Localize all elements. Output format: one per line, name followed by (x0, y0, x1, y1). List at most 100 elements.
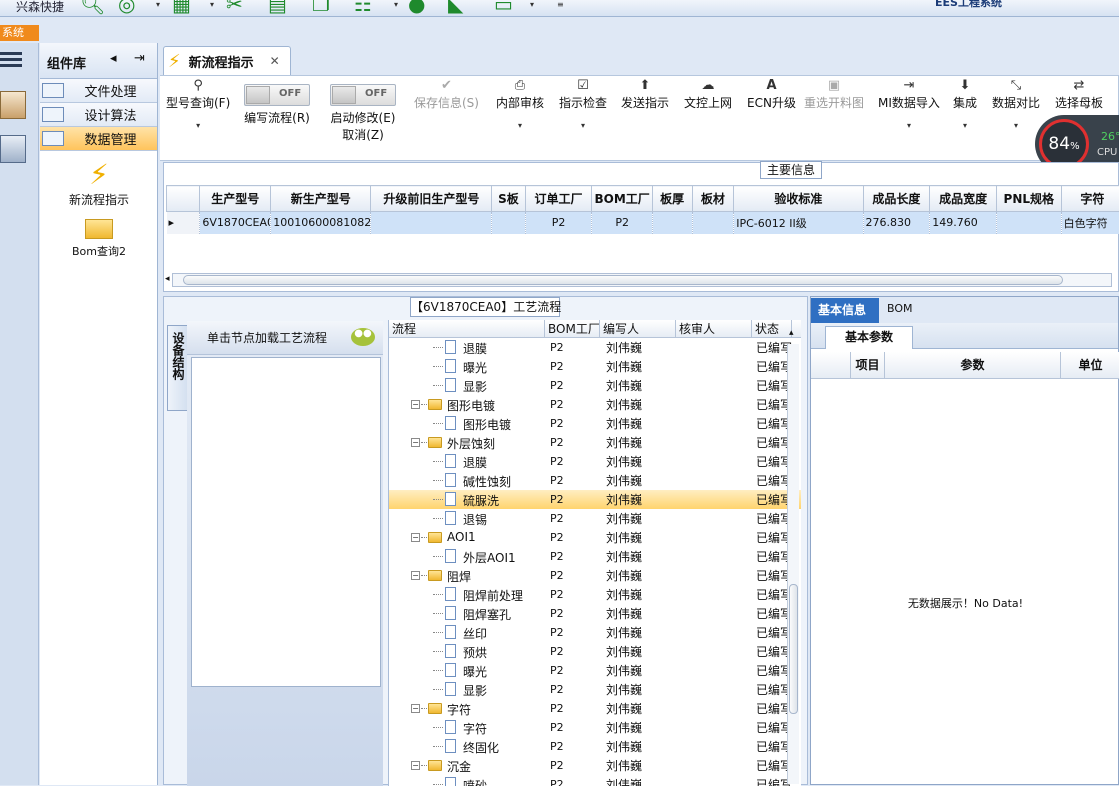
tree-row[interactable]: 退膜P2刘伟巍已编写 (389, 338, 801, 357)
chevron-down-icon[interactable]: ▾ (210, 0, 214, 9)
tree-node[interactable]: 预烘 (389, 642, 545, 661)
collapse-toggle-icon[interactable]: − (411, 571, 420, 580)
tree-node[interactable]: −字符 (389, 699, 545, 718)
tree-node[interactable]: 喷砂 (389, 775, 545, 786)
scroll-up-icon[interactable]: ▴ (789, 328, 794, 338)
column-header[interactable]: 编写人 (600, 320, 676, 337)
tree-row[interactable]: 曝光P2刘伟巍已编写 (389, 357, 801, 376)
tree-row[interactable]: 显影P2刘伟巍已编写 (389, 680, 801, 699)
tab-new-process[interactable]: ⚡︎ 新流程指示 ✕ (163, 46, 291, 75)
tree-row[interactable]: 图形电镀P2刘伟巍已编写 (389, 414, 801, 433)
table-cell[interactable]: P2 (525, 212, 592, 234)
ecn-upgrade-button[interactable]: A ECN升级 (747, 78, 796, 111)
tree-row[interactable]: 喷砂P2刘伟巍已编写 (389, 775, 801, 786)
tree-node[interactable]: 外层AOI1 (389, 547, 545, 566)
table-cell[interactable]: P2 (592, 212, 652, 234)
chevron-down-icon[interactable]: ▾ (496, 121, 544, 130)
column-header[interactable]: 流程 (389, 320, 545, 337)
menu-icon[interactable] (0, 49, 22, 69)
table-cell[interactable]: 276.830 (863, 212, 930, 234)
tree-row[interactable]: 退膜P2刘伟巍已编写 (389, 452, 801, 471)
grid-icon[interactable]: ☷ (354, 0, 372, 14)
collapse-toggle-icon[interactable]: − (411, 533, 420, 542)
column-header[interactable]: 生产型号 (200, 186, 271, 212)
equipment-structure-tab[interactable]: 设备结构 (167, 325, 187, 411)
tree-node[interactable]: 曝光 (389, 357, 545, 376)
write-process-toggle[interactable]: OFF 编写流程(R) (244, 78, 310, 126)
module-icon[interactable] (0, 91, 26, 119)
table-cell[interactable]: IPC-6012 II级 (734, 212, 863, 234)
start-modify-toggle[interactable]: OFF 启动修改(E) 取消(Z) (330, 78, 396, 143)
column-header[interactable]: 订单工厂 (525, 186, 592, 212)
doc-control-publish-button[interactable]: ☁ 文控上网 (684, 78, 732, 111)
send-instruction-button[interactable]: ⬆ 发送指示 (621, 78, 669, 111)
tree-node[interactable]: 碱性蚀刻 (389, 471, 545, 490)
tree-row[interactable]: 阻焊前处理P2刘伟巍已编写 (389, 585, 801, 604)
tree-node[interactable]: 阻焊塞孔 (389, 604, 545, 623)
select-motherboard-button[interactable]: ⇄ 选择母板 (1055, 78, 1103, 111)
customize-icon[interactable]: ≡ (557, 0, 564, 9)
mi-data-import-button[interactable]: ⇥ MI数据导入 ▾ (878, 78, 940, 130)
table-cell[interactable] (371, 212, 492, 234)
column-header[interactable]: S板 (492, 186, 525, 212)
column-header[interactable]: 成品宽度 (930, 186, 997, 212)
tree-row[interactable]: −沉金P2刘伟巍已编写 (389, 756, 801, 775)
tab-basic-params[interactable]: 基本参数 (825, 326, 913, 349)
tree-node[interactable]: −AOI1 (389, 528, 545, 547)
tree-row[interactable]: 外层AOI1P2刘伟巍已编写 (389, 547, 801, 566)
tree-row[interactable]: −阻焊P2刘伟巍已编写 (389, 566, 801, 585)
column-header[interactable]: 项目 (851, 352, 885, 378)
tree-node[interactable]: −外层蚀刻 (389, 433, 545, 452)
component-item-design-algorithm[interactable]: 设计算法 (40, 103, 157, 127)
vertical-scrollbar[interactable]: ▴ (787, 344, 799, 784)
tree-node[interactable]: 终固化 (389, 737, 545, 756)
tree-row[interactable]: 碱性蚀刻P2刘伟巍已编写 (389, 471, 801, 490)
tree-node[interactable]: 字符 (389, 718, 545, 737)
tab-bom[interactable]: BOM (887, 302, 913, 315)
chevron-down-icon[interactable]: ▾ (530, 0, 534, 9)
reselect-cutting-chart-button[interactable]: ▣ 重选开料图 (804, 78, 864, 111)
table-row[interactable]: ▸6V1870CEA010010600081082P2P2IPC-6012 II… (167, 212, 1119, 234)
column-header[interactable]: 核审人 (676, 320, 752, 337)
collapse-toggle-icon[interactable]: − (411, 438, 420, 447)
tree-row[interactable]: 硫脲洗P2刘伟巍已编写 (389, 490, 801, 509)
table-cell[interactable]: 白色字符 (1061, 212, 1119, 234)
user-icon[interactable]: ● (408, 0, 425, 14)
close-icon[interactable]: ✕ (270, 54, 280, 68)
toggle-switch[interactable]: OFF (244, 84, 310, 106)
chevron-down-icon[interactable]: ▾ (156, 0, 160, 9)
table-icon[interactable]: ▦ (172, 0, 191, 14)
scissors-icon[interactable]: ✂ (226, 0, 243, 14)
column-header[interactable]: BOM工厂 (592, 186, 652, 212)
table-cell[interactable] (492, 212, 525, 234)
tree-node[interactable]: 显影 (389, 680, 545, 699)
collapse-left-icon[interactable]: ◂ (110, 51, 117, 66)
monitor-icon[interactable]: ▭ (494, 0, 513, 14)
copy-icon[interactable]: ❐ (312, 0, 330, 14)
column-header[interactable]: PNL规格 (996, 186, 1061, 212)
tree-node[interactable]: 硫脲洗 (389, 490, 545, 509)
table-cell[interactable]: 149.760 (930, 212, 997, 234)
internal-review-button[interactable]: ⎙ 内部审核 ▾ (496, 78, 544, 130)
tile-bom-query[interactable]: Bom查询2 (40, 217, 158, 259)
tree-node[interactable]: 退膜 (389, 338, 545, 357)
tree-row[interactable]: 丝印P2刘伟巍已编写 (389, 623, 801, 642)
tab-basic-info[interactable]: 基本信息 (811, 298, 879, 323)
chevron-down-icon[interactable]: ▾ (878, 121, 940, 130)
column-header[interactable]: 单位 (1061, 352, 1119, 378)
data-compare-button[interactable]: ⤡ 数据对比 ▾ (992, 78, 1040, 130)
integration-button[interactable]: ⬇ 集成 ▾ (953, 78, 977, 130)
node-list-box[interactable] (191, 357, 381, 687)
tree-row[interactable]: −字符P2刘伟巍已编写 (389, 699, 801, 718)
tree-node[interactable]: 图形电镀 (389, 414, 545, 433)
tree-node[interactable]: 曝光 (389, 661, 545, 680)
chart-icon[interactable]: ◣ (448, 0, 463, 14)
table-cell[interactable]: 6V1870CEA0 (200, 212, 271, 234)
tile-new-process[interactable]: ⚡︎ 新流程指示 (40, 159, 158, 208)
column-header[interactable]: 板材 (692, 186, 734, 212)
tree-node[interactable]: 阻焊前处理 (389, 585, 545, 604)
cancel-label[interactable]: 取消(Z) (342, 128, 384, 142)
scrollbar-thumb[interactable] (789, 584, 798, 714)
chevron-down-icon[interactable]: ▾ (992, 121, 1040, 130)
search-icon[interactable]: 🔍︎ (80, 0, 105, 14)
